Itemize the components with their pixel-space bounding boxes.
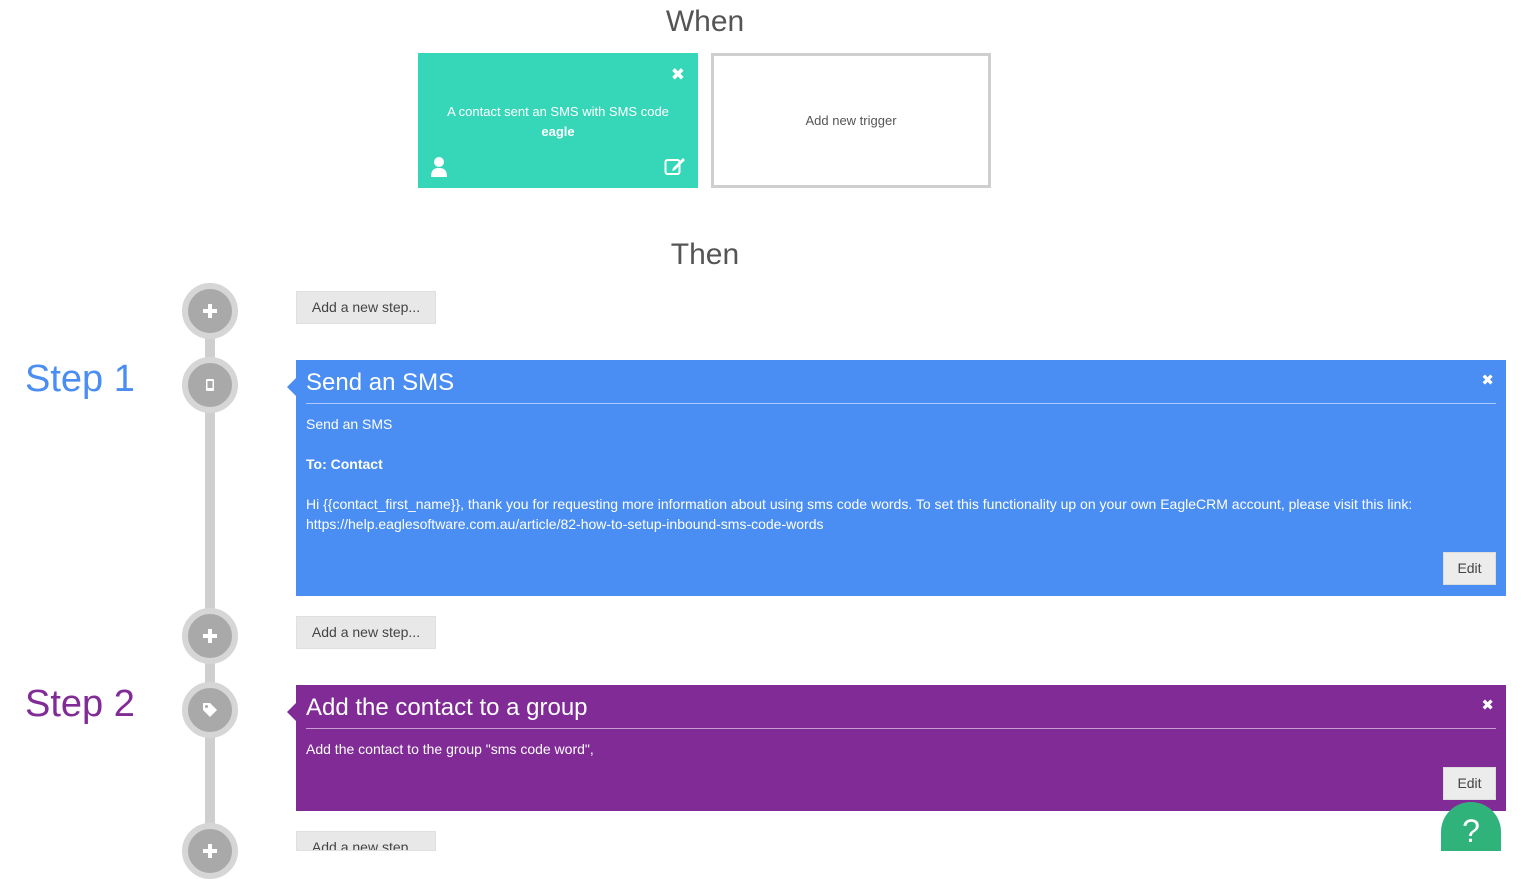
add-step-node[interactable] bbox=[182, 608, 238, 664]
add-step-button[interactable]: Add a new step... bbox=[296, 831, 436, 851]
step-1-recipient: To: Contact bbox=[306, 456, 383, 472]
step-2-edit-button[interactable]: Edit bbox=[1443, 767, 1496, 800]
step-2-node bbox=[182, 682, 238, 738]
step-1-body: Send an SMS To: Contact Hi {{contact_fir… bbox=[306, 404, 1496, 534]
step-1-subtitle: Send an SMS bbox=[306, 416, 393, 432]
tag-icon bbox=[203, 703, 217, 717]
step-1-close-icon[interactable]: ✖ bbox=[1481, 371, 1494, 389]
trigger-close-icon[interactable]: ✖ bbox=[671, 65, 685, 85]
step-1-node bbox=[182, 357, 238, 413]
step-1-title: Send an SMS bbox=[306, 360, 1496, 404]
trigger-card[interactable]: ✖ A contact sent an SMS with SMS code ea… bbox=[418, 53, 698, 188]
step-2-body: Add the contact to the group "sms code w… bbox=[306, 729, 1496, 759]
trigger-sms-code: eagle bbox=[541, 124, 575, 139]
add-step-button[interactable]: Add a new step... bbox=[296, 616, 436, 649]
plus-icon bbox=[203, 304, 217, 318]
step-2-close-icon[interactable]: ✖ bbox=[1481, 696, 1494, 714]
add-new-trigger-button[interactable]: Add new trigger bbox=[711, 53, 991, 188]
step-2-label: Step 2 bbox=[25, 683, 135, 725]
plus-icon bbox=[203, 629, 217, 643]
card-pointer bbox=[287, 703, 296, 721]
when-heading: When bbox=[665, 5, 745, 38]
edit-icon[interactable] bbox=[664, 156, 686, 176]
trigger-description: A contact sent an SMS with SMS code eagl… bbox=[418, 102, 698, 142]
then-heading: Then bbox=[670, 238, 740, 271]
step-1-label: Step 1 bbox=[25, 358, 135, 400]
step-1-edit-button[interactable]: Edit bbox=[1443, 552, 1496, 585]
add-step-node[interactable] bbox=[182, 823, 238, 879]
user-icon bbox=[431, 157, 447, 177]
plus-icon bbox=[203, 844, 217, 858]
step-2-description: Add the contact to the group "sms code w… bbox=[306, 741, 594, 757]
mobile-phone-icon bbox=[206, 379, 214, 391]
card-pointer bbox=[287, 378, 296, 396]
step-2-card: Add the contact to a group ✖ Add the con… bbox=[287, 685, 1506, 811]
step-1-card: Send an SMS ✖ Send an SMS To: Contact Hi… bbox=[287, 360, 1506, 596]
step-2-title: Add the contact to a group bbox=[306, 685, 1496, 729]
add-step-button[interactable]: Add a new step... bbox=[296, 291, 436, 324]
add-step-node[interactable] bbox=[182, 283, 238, 339]
trigger-text: A contact sent an SMS with SMS code bbox=[447, 104, 669, 119]
step-1-message: Hi {{contact_first_name}}, thank you for… bbox=[306, 496, 1413, 532]
